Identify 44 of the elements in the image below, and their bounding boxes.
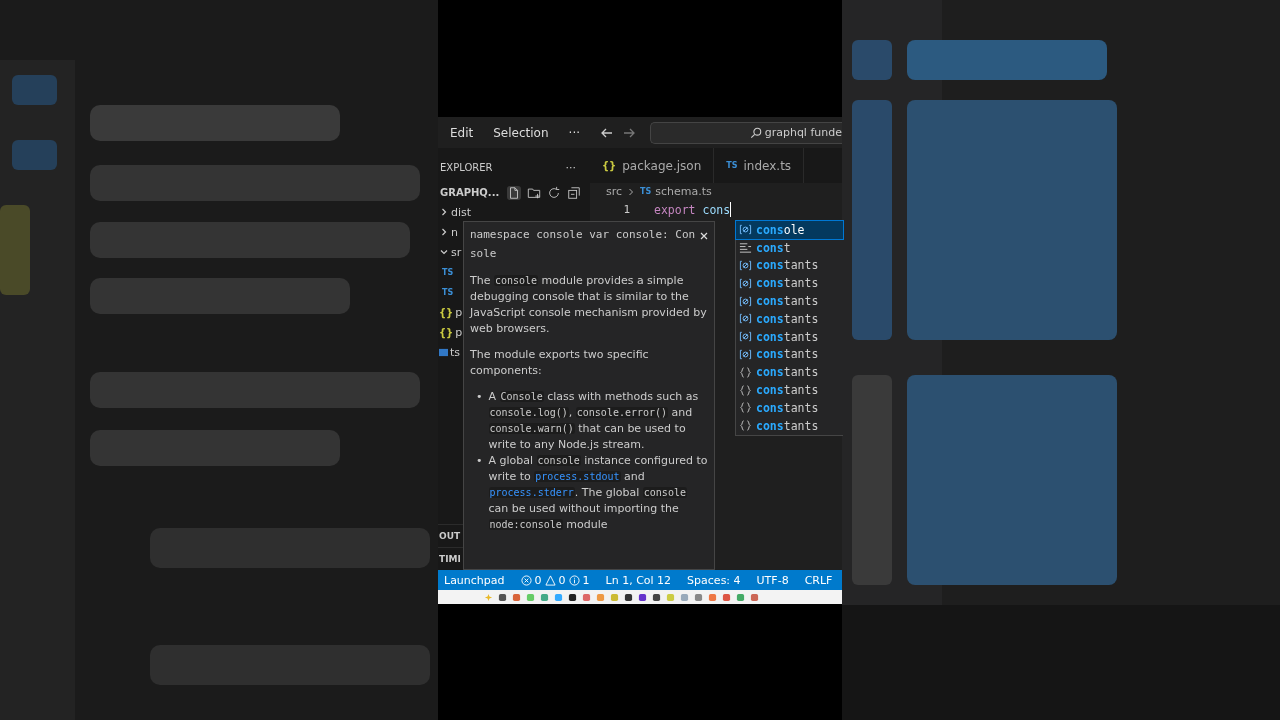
doc-paragraph: The module exports two specific components: — [470, 347, 650, 379]
tab-label: package.json — [622, 158, 702, 173]
json-icon: {} — [439, 306, 454, 318]
sidebar-title: EXPLORER — [440, 161, 493, 173]
inline-code: console — [493, 275, 539, 286]
suggestion-label: constants — [756, 329, 819, 344]
tree-label: p — [455, 325, 463, 339]
inline-code: node:console — [488, 519, 563, 530]
typescript-icon: TS — [726, 161, 738, 170]
suggestion-label: constants — [756, 400, 819, 415]
typescript-icon: TS — [640, 187, 652, 196]
doc-bullet: A Console class with methods such as console.log(), console.error() and console.warn() that can be used to write to any Node.js stream. — [488, 389, 700, 453]
suggestion-label: constants — [756, 365, 819, 380]
inline-code: console — [536, 455, 581, 466]
suggestion-label: const — [756, 240, 791, 255]
json-icon: {} — [602, 160, 617, 171]
bullet-marker: • — [476, 389, 483, 405]
suggestion-label: constants — [756, 276, 819, 291]
bullet-marker: • — [476, 453, 483, 469]
suggestion-label: constants — [756, 347, 819, 362]
suggestion-label: constants — [756, 383, 819, 398]
suggestion-label: constants — [756, 311, 819, 326]
inline-code: console.log() — [488, 407, 569, 418]
suggestion-label: constants — [756, 258, 819, 273]
code-line: export cons — [654, 202, 731, 217]
line-number: 1 — [622, 203, 630, 216]
suggestion-label: constants — [756, 294, 819, 309]
tree-label: ts — [450, 345, 461, 359]
inline-code: Console — [499, 391, 544, 402]
json-icon: {} — [439, 326, 454, 338]
suggestion-label: console — [756, 222, 805, 237]
tree-label: p — [455, 305, 463, 319]
tree-label: sr — [451, 245, 462, 259]
inline-code: console — [642, 487, 687, 498]
search-text: graphql funde — [764, 126, 842, 139]
doc-bullet: A global console instance configured to write to process.stdout and process.stderr. The global console can be used without importing the node:console module — [488, 453, 709, 533]
tab-label: index.ts — [743, 158, 792, 173]
suggestion-label: constants — [756, 418, 819, 433]
doc-paragraph: The console module provides a simple debugging console that is similar to the JavaScript console mechanism provided by web browsers. — [470, 273, 708, 337]
tree-label: dist — [451, 205, 472, 219]
inline-code: console.warn() — [488, 423, 575, 434]
signature-text: namespace console var console: Con sole — [470, 227, 697, 262]
tree-label: n — [451, 225, 458, 239]
inline-code: console.error() — [575, 407, 669, 418]
